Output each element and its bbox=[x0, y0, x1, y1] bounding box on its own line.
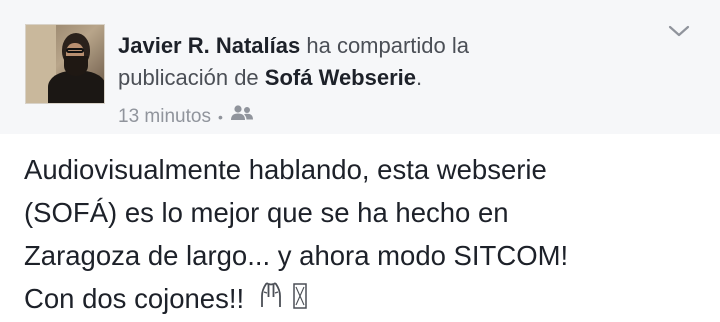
post-body-line: Zaragoza de largo... y ahora modo SITCOM… bbox=[24, 240, 569, 271]
post-meta: 13 minutos • bbox=[118, 104, 254, 129]
author-name-link[interactable]: Javier R. Natalías bbox=[118, 33, 300, 58]
chevron-down-icon[interactable] bbox=[668, 24, 690, 42]
share-text: ha compartido la bbox=[306, 33, 470, 58]
share-end: . bbox=[416, 65, 423, 90]
post-body-line: Audiovisualmente hablando, esta webserie bbox=[24, 154, 547, 185]
friends-icon[interactable] bbox=[230, 104, 254, 129]
praying-hands-icon bbox=[256, 279, 308, 322]
post-header: Javier R. Natalías ha compartido la publ… bbox=[0, 0, 720, 134]
shared-page-link[interactable]: Sofá Webserie bbox=[265, 65, 416, 90]
post-body: Audiovisualmente hablando, esta webserie… bbox=[24, 148, 704, 322]
post-body-line: (SOFÁ) es lo mejor que se ha hecho en bbox=[24, 197, 509, 228]
meta-separator: • bbox=[217, 108, 223, 125]
share-description: Javier R. Natalías ha compartido la publ… bbox=[118, 30, 638, 94]
post-body-line-last: Con dos cojones!! bbox=[24, 277, 704, 322]
avatar[interactable] bbox=[25, 24, 105, 104]
share-text-2: publicación de bbox=[118, 65, 259, 90]
post-body-text: Con dos cojones!! bbox=[24, 283, 245, 314]
timestamp-link[interactable]: 13 minutos bbox=[118, 105, 211, 129]
